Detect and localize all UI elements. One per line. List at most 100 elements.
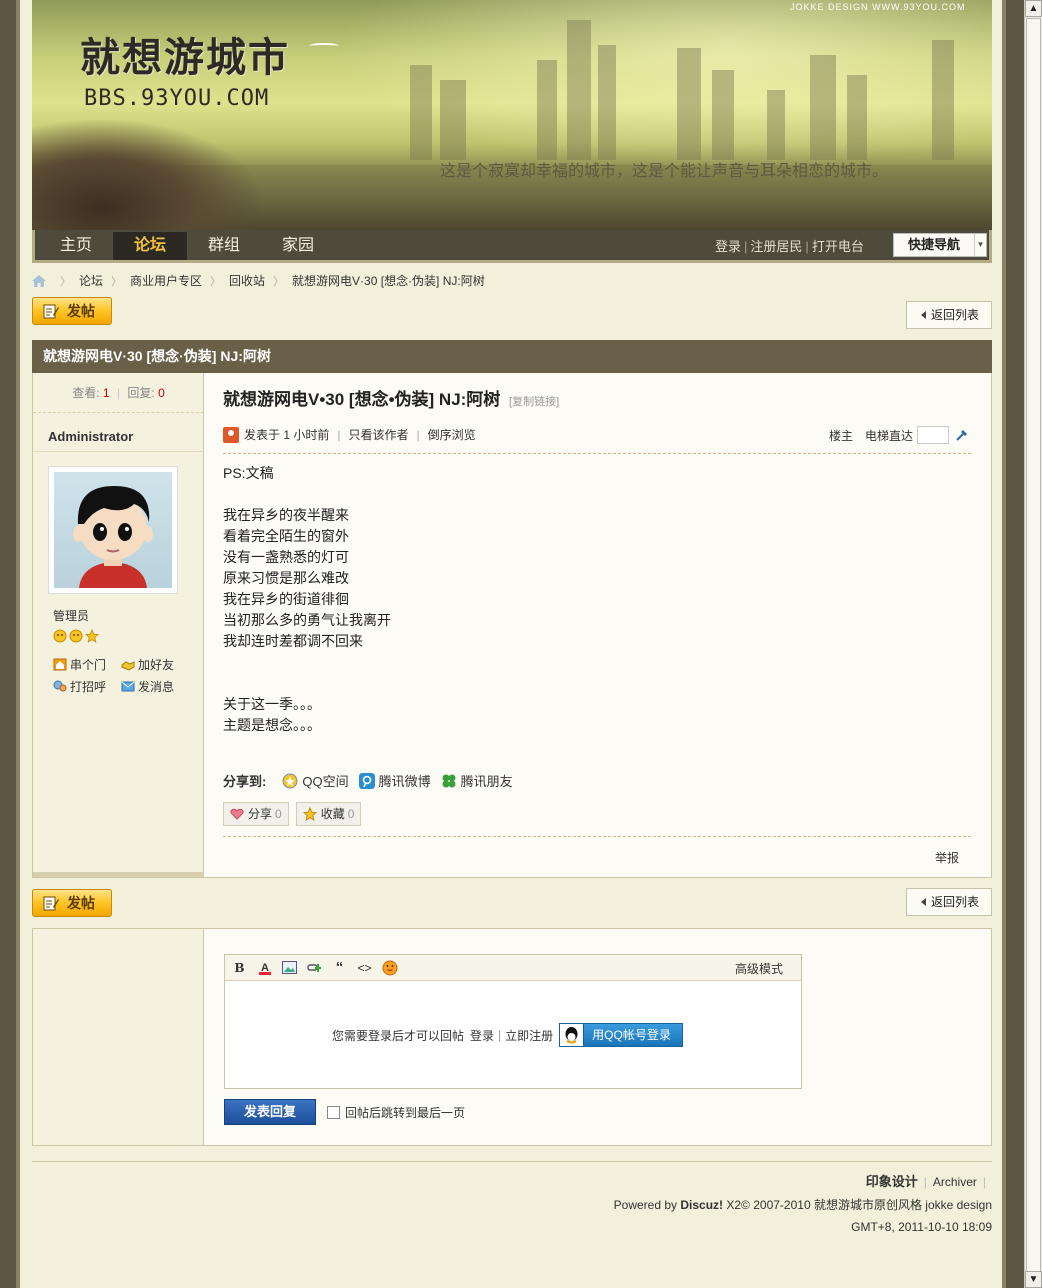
post-line: 当初那么多的勇气让我离开 [223,612,391,628]
arrow-left-icon [921,311,926,319]
submit-reply-button[interactable]: 发表回复 [224,1099,316,1125]
house-icon [53,658,67,670]
banner-building [567,20,591,160]
new-post-button[interactable]: 发帖 [32,297,112,325]
archiver-link[interactable]: Archiver [933,1175,977,1189]
chat-bubble-icon [53,680,67,691]
banner-building [810,55,836,160]
share-button[interactable]: 分享 0 [223,802,289,826]
jump-go-icon[interactable] [955,428,969,442]
scroll-up-button[interactable]: ▲ [1025,0,1042,17]
site-footer: 印象设计 | Archiver | Powered by Discuz! X2© 20… [32,1174,992,1236]
sidebar-bottom-bar [33,872,204,877]
breadcrumb-separator: 〉 [210,275,222,288]
font-color-icon: A [258,962,271,975]
banner-building [677,48,701,160]
only-author-link[interactable]: 只看该作者 [348,426,408,443]
post-line: 我却连时差都调不回来 [223,633,363,649]
copy-link-button[interactable]: [复制链接] [509,396,559,408]
greet-label: 打招呼 [70,679,107,694]
smiley-button[interactable] [381,959,398,976]
breadcrumb-current: 就想游网电V·30 [想念·伪装] NJ:阿树 [292,274,485,288]
quick-reply-box: B A “ <> 高级模式 您需要登录后才可以回帖 登录 | 立即注册 用QQ帐… [32,928,992,1146]
add-friend-button[interactable]: 加好友 [121,656,189,673]
share-qzone-link[interactable]: QQ空间 [302,771,348,790]
register-link[interactable]: 注册居民 [750,239,802,254]
qq-login-button[interactable]: 用QQ帐号登录 [559,1023,684,1047]
breadcrumb-item[interactable]: 商业用户专区 [130,272,202,289]
breadcrumb-separator: 〉 [111,275,123,288]
nav-item-groups[interactable]: 群组 [187,232,261,260]
post-line: 关于这一季。。。 [223,696,321,712]
quote-button[interactable]: “ [331,959,348,976]
scroll-down-button[interactable]: ▼ [1025,1271,1042,1288]
reverse-order-link[interactable]: 倒序浏览 [428,426,476,443]
avatar[interactable] [48,466,178,594]
home-icon[interactable] [32,274,46,287]
author-sidebar: 查看: 1 | 回复: 0 Administrator 管理员 串个门 加好友 … [33,373,204,877]
share-friends-link[interactable]: 腾讯朋友 [461,771,513,790]
banner-building [847,75,867,160]
image-button[interactable] [281,959,298,976]
banner-rocks [32,120,262,230]
need-login-text: 您需要登录后才可以回帖 [332,1028,465,1043]
login-link[interactable]: 登录 [715,239,741,254]
jump-last-checkbox[interactable] [327,1106,340,1119]
user-icon [223,426,239,443]
report-link[interactable]: 举报 [935,849,959,866]
new-post-label: 发帖 [67,895,95,911]
radio-link[interactable]: 打开电台 [812,239,864,254]
advanced-mode-link[interactable]: 高级模式 [735,960,783,977]
post-line: PS:文稿 [223,465,274,481]
scrollbar[interactable]: ▲ ▼ [1024,0,1042,1288]
message-button[interactable]: 发消息 [121,678,189,695]
banner-building [767,90,785,160]
thread-stats: 查看: 1 | 回复: 0 [33,373,204,413]
code-button[interactable]: <> [356,959,373,976]
banner-building [440,80,466,160]
new-post-button-bottom[interactable]: 发帖 [32,889,112,917]
favorite-button[interactable]: 收藏 0 [295,802,362,826]
tencent-weibo-icon[interactable] [358,772,375,789]
breadcrumb-separator: 〉 [60,275,71,288]
bold-button[interactable]: B [231,959,248,976]
banner-building [410,65,432,160]
star-rank-icon [85,629,99,643]
site-logo[interactable]: 就想游城市 [80,25,290,83]
right-frame [1002,0,1024,1288]
visit-button[interactable]: 串个门 [53,656,121,673]
sun-rank-icon [53,629,67,643]
breadcrumb: 〉 论坛 〉 商业用户专区 〉 回收站 〉 就想游网电V·30 [想念·伪装] … [32,272,485,289]
reply-register-link[interactable]: 立即注册 [505,1027,553,1044]
share-weibo-link[interactable]: 腾讯微博 [379,771,431,790]
nav-item-home-space[interactable]: 家园 [261,232,335,260]
author-name[interactable]: Administrator [48,429,133,444]
qzone-icon[interactable] [282,773,298,789]
breadcrumb-item[interactable]: 回收站 [229,272,265,289]
back-to-list-button-bottom[interactable]: 返回列表 [906,888,992,916]
link-button[interactable] [306,959,323,976]
floor-jump-input[interactable] [917,426,950,444]
scroll-thumb[interactable] [1026,18,1041,1272]
clover-icon[interactable] [441,773,457,789]
post-line: 我在异乡的夜半醒来 [223,507,349,523]
star-icon [302,807,317,821]
breadcrumb-separator: 〉 [273,275,285,288]
nav-item-forum[interactable]: 论坛 [113,232,188,260]
add-friend-label: 加好友 [138,657,175,672]
reply-login-link[interactable]: 登录 [470,1027,494,1044]
post-meta: 发表于 1 小时前 | 只看该作者 | 倒序浏览 楼主 电梯直达 [223,426,971,444]
footer-brand[interactable]: 印象设计 [866,1174,918,1189]
back-to-list-button[interactable]: 返回列表 [906,301,992,329]
quick-nav-button[interactable]: 快捷导航 ▼ [893,233,987,257]
jump-last-option[interactable]: 回帖后跳转到最后一页 [327,1104,465,1121]
divider [33,451,204,452]
breadcrumb-item[interactable]: 论坛 [79,272,103,289]
greet-button[interactable]: 打招呼 [53,678,121,695]
post-actions: 分享 0 收藏 0 [223,802,362,826]
font-color-button[interactable]: A [256,959,273,976]
replies-label: 回复: [127,386,155,400]
site-banner: 就想游城市 BBS.93YOU.COM 这是个寂寞却幸福的城市，这是个能让声音与… [32,0,992,230]
nav-item-home[interactable]: 主页 [39,232,113,260]
discuz-link[interactable]: Discuz! [680,1198,723,1212]
